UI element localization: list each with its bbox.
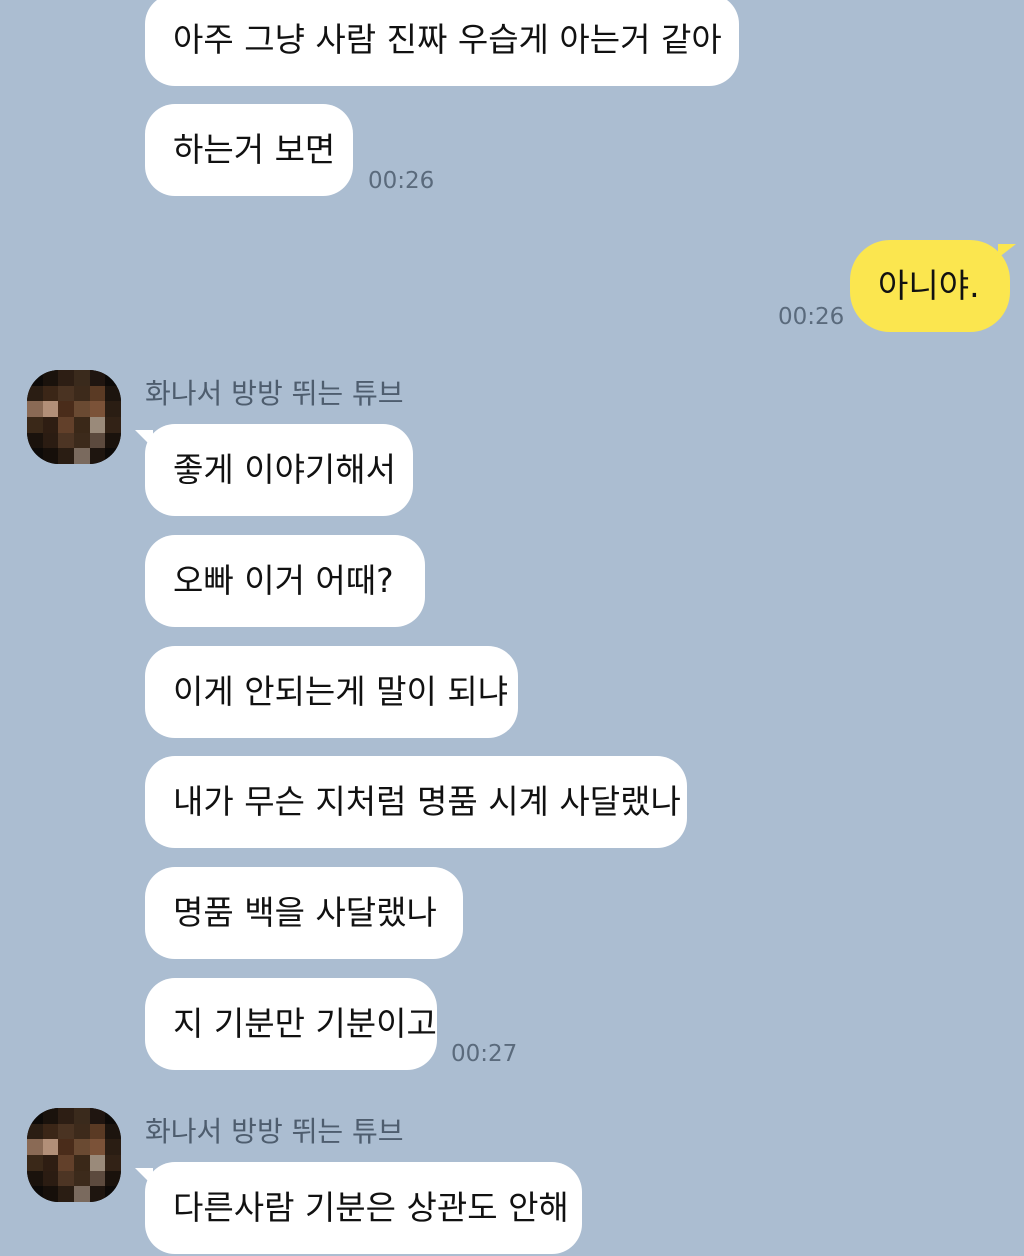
avatar[interactable] bbox=[27, 370, 121, 464]
message-bubble[interactable]: 이게 안되는게 말이 되냐 bbox=[145, 646, 518, 738]
message-text: 좋게 이야기해서 bbox=[173, 450, 397, 489]
message-bubble[interactable]: 내가 무슨 지처럼 명품 시계 사달랬나 bbox=[145, 756, 687, 848]
my-message-bubble[interactable]: 아니야. bbox=[850, 240, 1010, 332]
sender-name: 화나서 방방 뛰는 튜브 bbox=[145, 377, 404, 410]
bubble-tail bbox=[998, 244, 1016, 258]
message-time: 00:26 bbox=[368, 168, 435, 194]
message-time: 00:27 bbox=[451, 1041, 518, 1067]
message-time: 00:26 bbox=[778, 304, 845, 330]
message-text: 다른사람 기분은 상관도 안해 bbox=[173, 1188, 569, 1227]
avatar[interactable] bbox=[27, 1108, 121, 1202]
message-text: 내가 무슨 지처럼 명품 시계 사달랬나 bbox=[173, 782, 681, 821]
message-text: 지 기분만 기분이고 bbox=[173, 1004, 437, 1043]
chat-area: 아주 그냥 사람 진짜 우습게 아는거 같아 하는거 보면 00:26 아니야.… bbox=[0, 0, 1024, 1256]
message-text: 하는거 보면 bbox=[173, 130, 336, 169]
message-bubble[interactable]: 지 기분만 기분이고 bbox=[145, 978, 437, 1070]
message-bubble[interactable]: 다른사람 기분은 상관도 안해 bbox=[145, 1162, 582, 1254]
message-bubble[interactable]: 명품 백을 사달랬나 bbox=[145, 867, 463, 959]
message-text: 이게 안되는게 말이 되냐 bbox=[173, 672, 509, 711]
message-text: 아주 그냥 사람 진짜 우습게 아는거 같아 bbox=[173, 20, 722, 59]
message-text: 오빠 이거 어때? bbox=[173, 561, 394, 600]
sender-name: 화나서 방방 뛰는 튜브 bbox=[145, 1115, 404, 1148]
message-bubble[interactable]: 좋게 이야기해서 bbox=[145, 424, 413, 516]
message-text: 아니야. bbox=[878, 266, 980, 305]
message-bubble[interactable]: 하는거 보면 bbox=[145, 104, 353, 196]
message-bubble[interactable]: 오빠 이거 어때? bbox=[145, 535, 425, 627]
message-text: 명품 백을 사달랬나 bbox=[173, 893, 437, 932]
message-bubble[interactable]: 아주 그냥 사람 진짜 우습게 아는거 같아 bbox=[145, 0, 739, 86]
